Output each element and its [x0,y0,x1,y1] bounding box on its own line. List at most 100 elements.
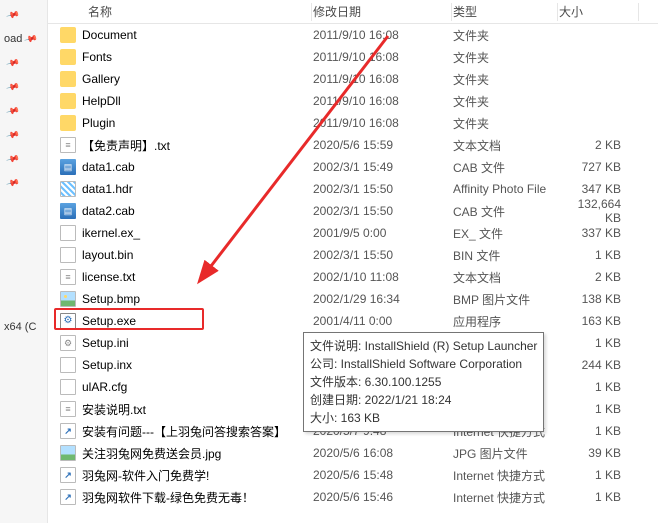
cab-icon [60,159,76,175]
file-name: 安装有问题---【上羽兔问答搜索答案】 [82,423,286,440]
ini-icon [60,335,76,351]
file-size: 2 KB [559,270,629,284]
sidebar-item[interactable] [0,220,47,242]
file-date: 2011/9/10 16:08 [313,116,453,130]
file-date: 2011/9/10 16:08 [313,50,453,64]
pin-icon: 📌 [5,55,20,70]
tooltip-size: 大小: 163 KB [310,409,537,427]
jpg-icon [60,445,76,461]
file-name: Setup.exe [82,314,136,328]
file-name: 关注羽兔网免费送会员.jpg [82,445,221,462]
file-type: 文件夹 [453,27,559,44]
file-name: Setup.bmp [82,292,140,306]
file-type: 文件夹 [453,115,559,132]
file-name: layout.bin [82,248,133,262]
sidebar-item[interactable]: 📌 [0,148,47,170]
file-type: JPG 图片文件 [453,445,559,462]
column-header-size[interactable]: 大小 [559,3,629,20]
file-row[interactable]: 【免责声明】.txt2020/5/6 15:59文本文档2 KB [48,134,658,156]
file-name: data1.cab [82,160,135,174]
sidebar-item[interactable] [0,292,47,314]
file-date: 2020/5/6 15:59 [313,138,453,152]
pin-icon: 📌 [23,31,38,46]
file-type: 文件夹 [453,93,559,110]
file-type: 应用程序 [453,313,559,330]
pin-icon: 📌 [5,175,20,190]
file-type: CAB 文件 [453,159,559,176]
column-header-name[interactable]: 名称 [48,3,313,20]
file-size: 244 KB [559,358,629,372]
file-date: 2001/9/5 0:00 [313,226,453,240]
file-row[interactable]: Gallery2011/9/10 16:08文件夹 [48,68,658,90]
file-row[interactable]: HelpDll2011/9/10 16:08文件夹 [48,90,658,112]
sidebar-item[interactable]: 📌 [0,4,47,26]
generic-icon [60,379,76,395]
generic-icon [60,357,76,373]
tooltip-version: 文件版本: 6.30.100.1255 [310,373,537,391]
sidebar-item[interactable]: 📌 [0,52,47,74]
file-row[interactable]: ikernel.ex_ 2001/9/5 0:00EX_ 文件337 KB [48,222,658,244]
tooltip-description: 文件说明: InstallShield (R) Setup Launcher [310,337,537,355]
file-size: 1 KB [559,468,629,482]
column-header: 名称 修改日期 类型 大小 [48,0,658,24]
file-row[interactable]: data1.cab2002/3/1 15:49CAB 文件727 KB [48,156,658,178]
folder-icon [60,93,76,109]
sidebar: 📌oad📌📌📌📌📌📌📌x64 (C [0,0,48,523]
file-name: license.txt [82,270,135,284]
file-name: 安装说明.txt [82,401,146,418]
file-date: 2011/9/10 16:08 [313,94,453,108]
file-name: 【免责声明】.txt [82,137,170,154]
file-type: BIN 文件 [453,247,559,264]
file-row[interactable]: 羽兔网软件下载-绿色免费无毒！2020/5/6 15:46Internet 快捷… [48,486,658,508]
tooltip-created: 创建日期: 2022/1/21 18:24 [310,391,537,409]
file-row[interactable]: Fonts2011/9/10 16:08文件夹 [48,46,658,68]
file-row[interactable]: 羽兔网-软件入门免费学!2020/5/6 15:48Internet 快捷方式1… [48,464,658,486]
pin-icon: 📌 [5,127,20,142]
file-type: Internet 快捷方式 [453,467,559,484]
file-row[interactable]: data2.cab2002/3/1 15:50CAB 文件132,664 KB [48,200,658,222]
url-icon [60,467,76,483]
folder-icon [60,71,76,87]
generic-icon [60,247,76,263]
sidebar-item[interactable]: oad📌 [0,28,47,50]
sidebar-item[interactable] [0,244,47,266]
file-row[interactable]: Setup.bmp2002/1/29 16:34BMP 图片文件138 KB [48,288,658,310]
file-row[interactable]: layout.bin2002/3/1 15:50BIN 文件1 KB [48,244,658,266]
sidebar-item[interactable]: 📌 [0,100,47,122]
file-size: 1 KB [559,248,629,262]
sidebar-item[interactable]: 📌 [0,172,47,194]
file-type: 文件夹 [453,71,559,88]
sidebar-item[interactable] [0,340,47,362]
txt-icon [60,269,76,285]
sidebar-item[interactable] [0,268,47,290]
file-name: Setup.inx [82,358,132,372]
folder-icon [60,49,76,65]
column-header-type[interactable]: 类型 [453,3,559,20]
file-date: 2020/5/6 16:08 [313,446,453,460]
file-row[interactable]: Setup.exe2001/4/11 0:00应用程序163 KB [48,310,658,332]
generic-icon [60,225,76,241]
file-size: 1 KB [559,424,629,438]
file-type: EX_ 文件 [453,225,559,242]
file-size: 1 KB [559,336,629,350]
file-date: 2002/3/1 15:50 [313,204,453,218]
url-icon [60,489,76,505]
file-name: ikernel.ex_ [82,226,140,240]
sidebar-item[interactable]: 📌 [0,76,47,98]
file-size: 2 KB [559,138,629,152]
file-size: 727 KB [559,160,629,174]
file-row[interactable]: 关注羽兔网免费送会员.jpg2020/5/6 16:08JPG 图片文件39 K… [48,442,658,464]
file-size: 337 KB [559,226,629,240]
sidebar-item[interactable]: 📌 [0,124,47,146]
pin-icon: 📌 [5,79,20,94]
file-row[interactable]: license.txt2002/1/10 11:08文本文档2 KB [48,266,658,288]
sidebar-item[interactable]: x64 (C [0,316,47,338]
file-size: 132,664 KB [559,197,629,225]
file-rows: Document2011/9/10 16:08文件夹Fonts2011/9/10… [48,24,658,508]
file-row[interactable]: Document2011/9/10 16:08文件夹 [48,24,658,46]
sidebar-item[interactable] [0,196,47,218]
cab-icon [60,203,76,219]
file-row[interactable]: Plugin2011/9/10 16:08文件夹 [48,112,658,134]
column-header-date[interactable]: 修改日期 [313,3,453,20]
file-list-panel: 名称 修改日期 类型 大小 Document2011/9/10 16:08文件夹… [48,0,658,523]
